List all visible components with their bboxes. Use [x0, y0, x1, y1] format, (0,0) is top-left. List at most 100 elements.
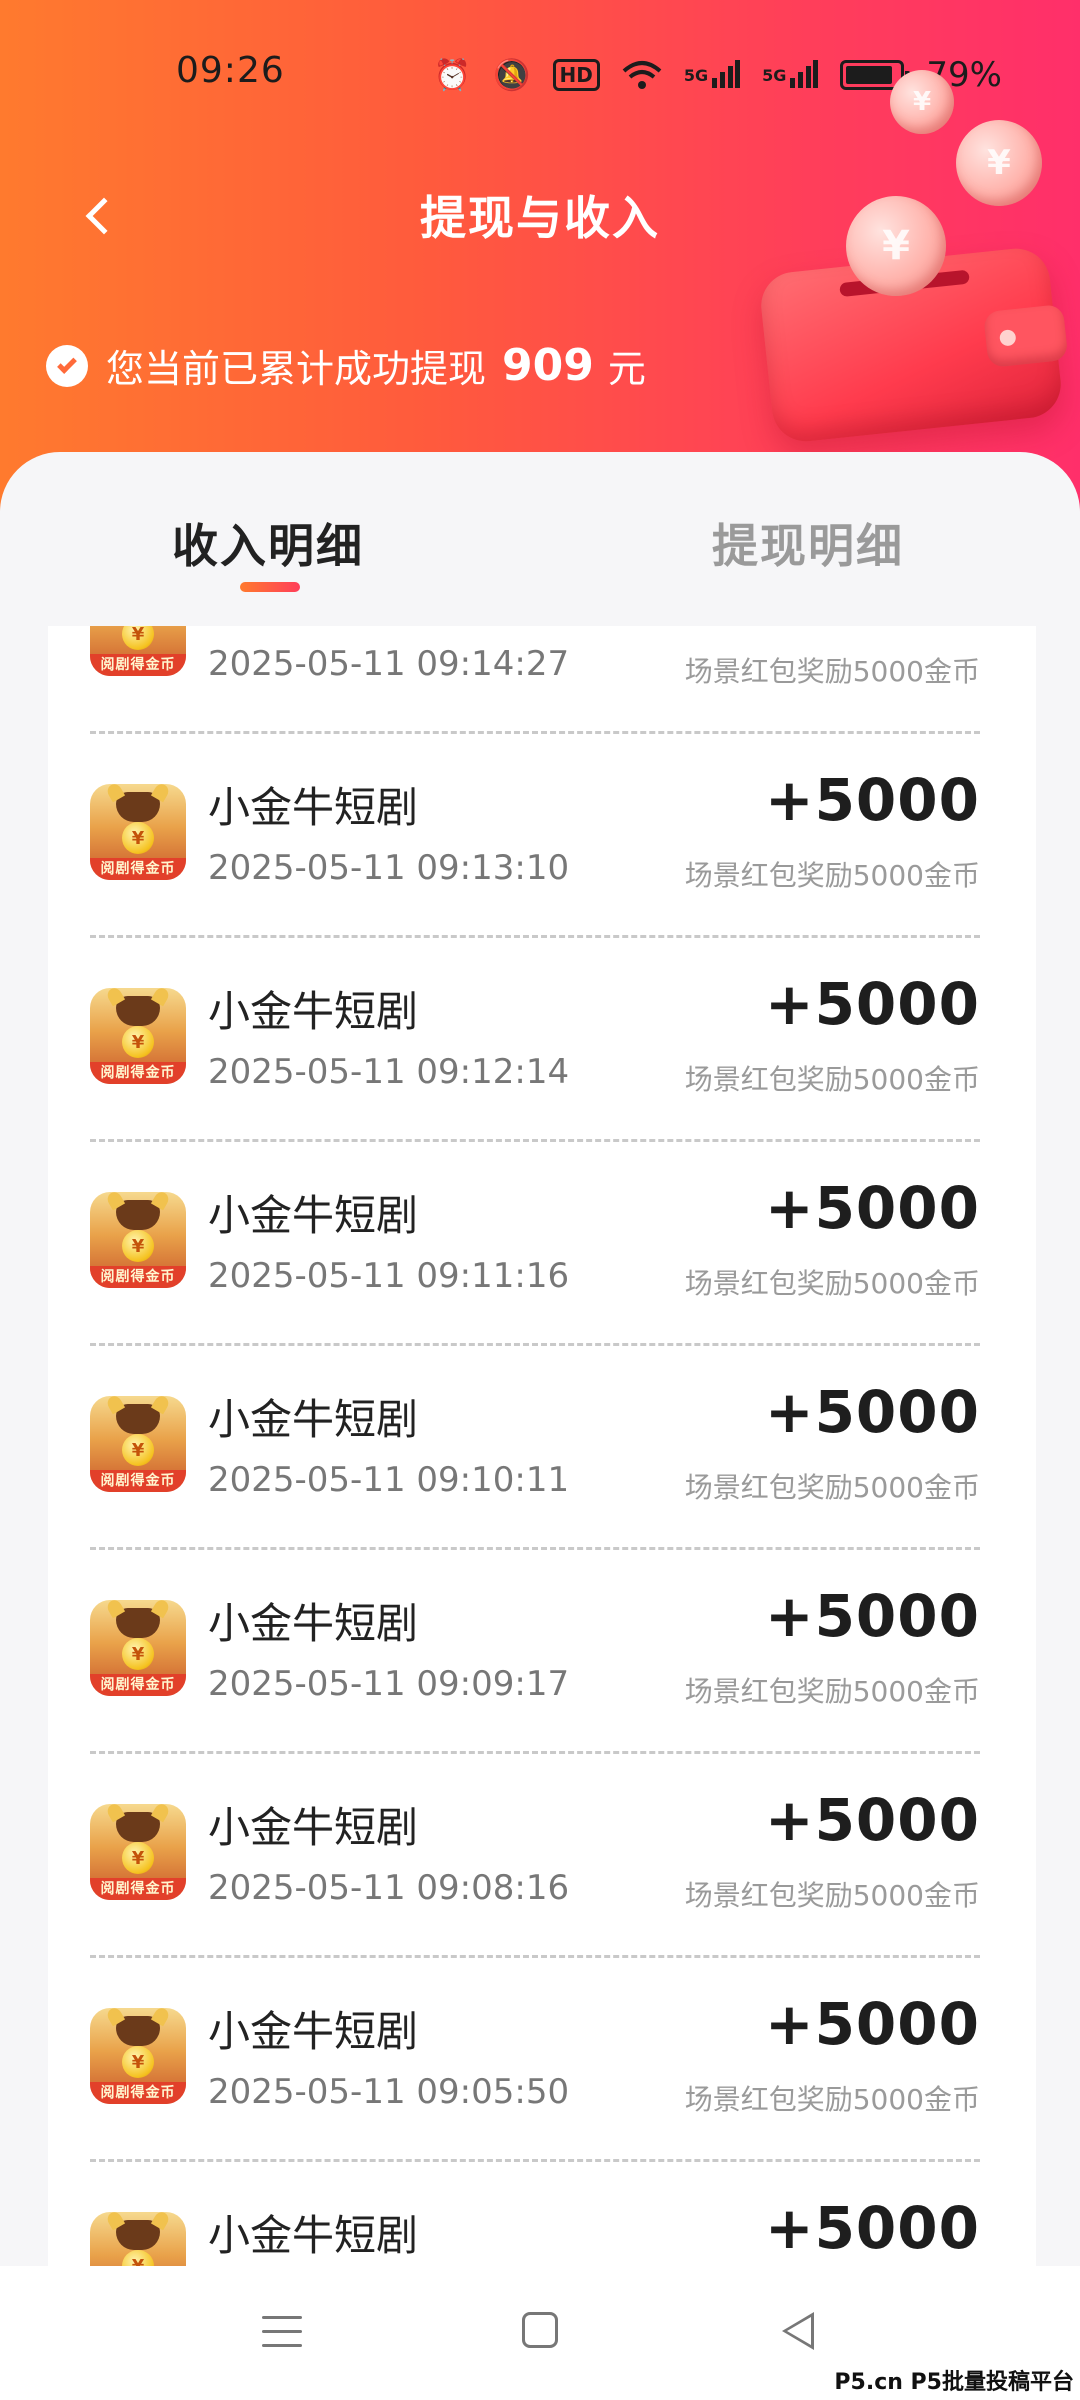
record-time: 2025-05-11 09:10:11 — [208, 1460, 570, 1500]
summary-amount: 909 — [502, 340, 594, 391]
active-tab-indicator — [240, 582, 300, 592]
record-amount: +5000 — [764, 1378, 980, 1446]
record-app-name: 小金牛短剧 — [208, 2007, 419, 2056]
withdraw-summary: 您当前已累计成功提现 909 元 — [46, 338, 646, 393]
home-icon[interactable] — [522, 2312, 558, 2348]
wallet-illustration — [706, 60, 1069, 445]
watermark: P5.cn P5批量投稿平台 — [834, 2370, 1074, 2395]
tab-withdraw-details[interactable]: 提现明细 — [712, 510, 904, 576]
record-time: 2025-05-11 09:09:17 — [208, 1664, 570, 1704]
status-time: 09:26 — [176, 50, 285, 91]
coin-icon: ¥ — [122, 1026, 154, 1058]
app-icon: ¥ 阅剧得金币 — [90, 988, 186, 1084]
bull-icon — [116, 2016, 160, 2046]
header-banner: 09:26 ⏰ 🔕 HD 5G 5G 79% 提现与收入 您当前已累计成功提现 … — [0, 0, 1080, 520]
app-icon: ¥ 阅剧得金币 — [90, 626, 186, 676]
coin-icon: ¥ — [122, 1230, 154, 1262]
bull-icon — [116, 1404, 160, 1434]
list-item[interactable]: ¥ 阅剧得金币 小金牛短剧 2025-05-11 09:09:17 +5000 … — [90, 1550, 980, 1754]
coin-icon: ¥ — [122, 1434, 154, 1466]
app-icon: ¥ 阅剧得金币 — [90, 1600, 186, 1696]
record-description: 场景红包奖励5000金币 — [684, 1063, 980, 1096]
app-icon-banner: 阅剧得金币 — [90, 654, 186, 676]
mute-icon: 🔕 — [493, 57, 531, 93]
record-amount: +5000 — [764, 1990, 980, 2058]
app-icon: ¥ 阅剧得金币 — [90, 2008, 186, 2104]
list-item[interactable]: ¥ 阅剧得金币 小金牛短剧 2025-05-11 09:05:50 +5000 … — [90, 1958, 980, 2162]
app-icon: ¥ 阅剧得金币 — [90, 1396, 186, 1492]
app-icon-banner: 阅剧得金币 — [90, 2082, 186, 2104]
list-item[interactable]: ¥ 阅剧得金币 小金牛短剧 2025-05-11 09:13:10 +5000 … — [90, 734, 980, 938]
record-description: 场景红包奖励5000金币 — [684, 1675, 980, 1708]
record-description: 场景红包奖励5000金币 — [684, 1879, 980, 1912]
record-description: 场景红包奖励5000金币 — [684, 1267, 980, 1300]
app-icon-banner: 阅剧得金币 — [90, 1470, 186, 1492]
check-circle-icon — [46, 344, 88, 387]
coin-icon — [846, 196, 946, 296]
summary-unit: 元 — [607, 347, 646, 391]
bull-icon — [116, 996, 160, 1026]
record-app-name: 小金牛短剧 — [208, 2211, 419, 2260]
tab-bar: 收入明细 提现明细 — [0, 452, 1080, 624]
record-description: 场景红包奖励5000金币 — [684, 859, 980, 892]
menu-icon[interactable] — [262, 2316, 302, 2348]
record-amount: +5000 — [764, 1174, 980, 1242]
record-time: 2025-05-11 09:08:16 — [208, 1868, 570, 1908]
app-icon-banner: 阅剧得金币 — [90, 858, 186, 880]
record-app-name: 小金牛短剧 — [208, 626, 418, 631]
coin-icon: ¥ — [122, 1842, 154, 1874]
bull-icon — [116, 1608, 160, 1638]
record-time: 2025-05-11 09:05:50 — [208, 2072, 570, 2112]
record-description: 场景红包奖励5000金币 — [684, 655, 980, 688]
record-amount: +5000 — [764, 2194, 980, 2262]
record-app-name: 小金牛短剧 — [208, 1803, 419, 1852]
list-item[interactable]: ¥ 阅剧得金币 小金牛短剧 +5000 — [90, 2162, 980, 2272]
summary-prefix: 您当前已累计成功提现 — [106, 347, 487, 391]
bull-icon — [116, 1200, 160, 1230]
coin-icon — [956, 120, 1042, 206]
record-app-name: 小金牛短剧 — [208, 987, 419, 1036]
coin-icon: ¥ — [122, 1638, 154, 1670]
back-triangle-icon[interactable] — [782, 2312, 814, 2350]
network-label-1: 5G — [683, 65, 709, 85]
app-icon-banner: 阅剧得金币 — [90, 1266, 186, 1288]
app-icon: ¥ 阅剧得金币 — [90, 2212, 186, 2272]
record-amount: +5000 — [765, 626, 980, 630]
record-time: 2025-05-11 09:11:16 — [208, 1256, 570, 1296]
record-time: 2025-05-11 09:13:10 — [208, 848, 570, 888]
screen: 09:26 ⏰ 🔕 HD 5G 5G 79% 提现与收入 您当前已累计成功提现 … — [0, 0, 1080, 2400]
app-icon-banner: 阅剧得金币 — [90, 1878, 186, 1900]
tab-income-details[interactable]: 收入明细 — [172, 510, 364, 576]
wifi-icon — [622, 59, 662, 91]
record-app-name: 小金牛短剧 — [208, 1599, 419, 1648]
hd-icon: HD — [552, 59, 600, 91]
record-app-name: 小金牛短剧 — [208, 783, 419, 832]
record-app-name: 小金牛短剧 — [208, 1395, 419, 1444]
bull-icon — [116, 2220, 160, 2250]
records-card: 收入明细 提现明细 ¥ 阅剧得金币 小金牛短剧 2025-05-11 09:14… — [0, 452, 1080, 2272]
list-item[interactable]: ¥ 阅剧得金币 小金牛短剧 2025-05-11 09:14:27 +5000 … — [90, 626, 980, 734]
record-amount: +5000 — [764, 1786, 980, 1854]
app-icon: ¥ 阅剧得金币 — [90, 1804, 186, 1900]
app-icon-banner: 阅剧得金币 — [90, 1062, 186, 1084]
list-item[interactable]: ¥ 阅剧得金币 小金牛短剧 2025-05-11 09:12:14 +5000 … — [90, 938, 980, 1142]
app-icon-banner: 阅剧得金币 — [90, 1674, 186, 1696]
record-amount: +5000 — [764, 970, 980, 1038]
record-amount: +5000 — [764, 1582, 980, 1650]
coin-icon: ¥ — [122, 2046, 154, 2078]
list-item[interactable]: ¥ 阅剧得金币 小金牛短剧 2025-05-11 09:10:11 +5000 … — [90, 1346, 980, 1550]
app-icon: ¥ 阅剧得金币 — [90, 784, 186, 880]
list-item[interactable]: ¥ 阅剧得金币 小金牛短剧 2025-05-11 09:11:16 +5000 … — [90, 1142, 980, 1346]
income-list[interactable]: ¥ 阅剧得金币 小金牛短剧 2025-05-11 09:14:27 +5000 … — [48, 626, 1036, 2272]
record-time: 2025-05-11 09:14:27 — [208, 644, 570, 684]
record-description: 场景红包奖励5000金币 — [684, 1471, 980, 1504]
record-app-name: 小金牛短剧 — [208, 1191, 419, 1240]
coin-icon: ¥ — [122, 822, 154, 854]
list-item[interactable]: ¥ 阅剧得金币 小金牛短剧 2025-05-11 09:08:16 +5000 … — [90, 1754, 980, 1958]
record-description: 场景红包奖励5000金币 — [684, 2083, 980, 2116]
coin-icon — [890, 70, 954, 134]
bull-icon — [116, 1812, 160, 1842]
bull-icon — [116, 792, 160, 822]
coin-icon: ¥ — [122, 626, 154, 650]
app-icon: ¥ 阅剧得金币 — [90, 1192, 186, 1288]
